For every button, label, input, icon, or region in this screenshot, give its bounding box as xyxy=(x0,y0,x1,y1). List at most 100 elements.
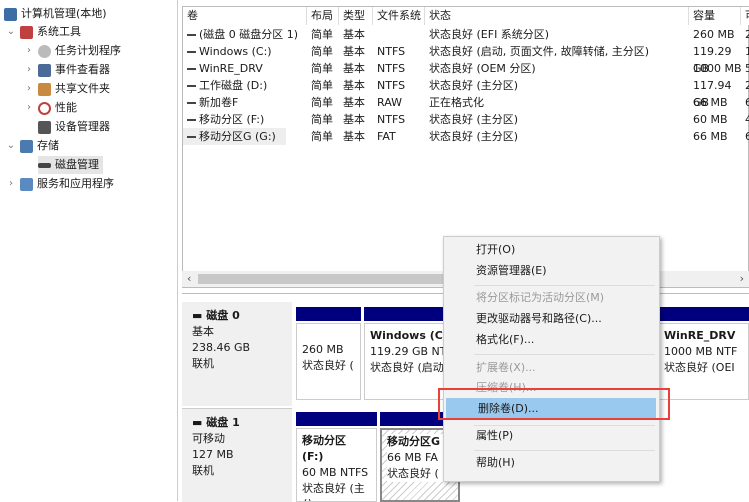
tree-item-system-tools[interactable]: ⌄ 系统工具 xyxy=(6,23,81,41)
chevron-right-icon[interactable]: › xyxy=(24,61,34,79)
menu-item-explorer[interactable]: 资源管理器(E) xyxy=(444,260,659,282)
table-row[interactable]: 新加卷F 简单 基本 RAW 正在格式化 66 MB 6 xyxy=(183,94,749,111)
column-header-capacity[interactable]: 容量 xyxy=(689,7,741,25)
disk-1-label[interactable]: ▬ 磁盘 1 可移动 127 MB 联机 xyxy=(182,408,292,502)
menu-separator xyxy=(474,354,655,355)
chevron-right-icon[interactable]: › xyxy=(24,80,34,98)
chevron-down-icon[interactable]: ⌄ xyxy=(6,137,16,155)
menu-item-properties[interactable]: 属性(P) xyxy=(444,425,659,447)
table-cell: 简单 xyxy=(311,62,333,75)
tree-item-shared-folders[interactable]: › 共享文件夹 xyxy=(24,80,110,98)
table-row[interactable]: WinRE_DRV 简单 基本 NTFS 状态良好 (OEM 分区) 1000 MB 5 xyxy=(183,60,749,77)
column-header-type[interactable]: 类型 xyxy=(339,7,373,25)
disk-icon: ▬ xyxy=(192,416,207,429)
table-cell: 状态良好 (EFI 系统分区) xyxy=(429,28,550,41)
partition-f[interactable]: 移动分区 (F:)60 MB NTFS状态良好 (主分 xyxy=(296,428,377,502)
table-cell: 1 xyxy=(745,45,749,58)
table-cell: 简单 xyxy=(311,96,333,109)
table-cell: NTFS xyxy=(377,62,406,75)
tree-item-computer-management[interactable]: 计算机管理(本地) xyxy=(4,5,107,23)
volume-icon xyxy=(187,102,196,104)
table-cell: 4 xyxy=(745,113,749,126)
tree-item-services-applications[interactable]: › 服务和应用程序 xyxy=(6,175,114,193)
partition-efi[interactable]: 260 MB 状态良好 ( xyxy=(296,323,361,400)
menu-item-help[interactable]: 帮助(H) xyxy=(444,452,659,474)
chevron-right-icon[interactable]: › xyxy=(24,42,34,60)
table-row[interactable]: 移动分区G (G:) 简单 基本 FAT 状态良好 (主分区) 66 MB 6 xyxy=(183,128,749,145)
tools-icon xyxy=(20,25,33,39)
menu-item-format[interactable]: 格式化(F)... xyxy=(444,329,659,351)
computer-management-icon xyxy=(4,7,17,21)
menu-item-mark-active[interactable]: 将分区标记为活动分区(M) xyxy=(444,287,659,309)
column-header-volume[interactable]: 卷 xyxy=(183,7,307,25)
disk-0-label[interactable]: ▬ 磁盘 0 基本 238.46 GB 联机 xyxy=(182,302,292,406)
table-cell: 简单 xyxy=(311,130,333,143)
table-cell: 66 MB xyxy=(693,96,728,109)
table-row[interactable]: Windows (C:) 简单 基本 NTFS 状态良好 (启动, 页面文件, 故障转储… xyxy=(183,43,749,75)
tree-item-performance[interactable]: › 性能 xyxy=(24,99,77,117)
table-cell: 状态良好 (启动, 页面文件, 故障转储, 主分区) xyxy=(429,45,650,58)
table-cell: 基本 xyxy=(343,28,365,41)
table-cell: 移动分区G (G:) xyxy=(199,130,276,143)
partition-winre[interactable]: WinRE_DRV 1000 MB NTF 状态良好 (OEI xyxy=(658,323,749,400)
table-cell: 基本 xyxy=(343,96,365,109)
volume-icon xyxy=(187,85,196,87)
chevron-right-icon[interactable]: › xyxy=(24,99,34,117)
table-cell: 6 xyxy=(745,96,749,109)
context-menu: 打开(O) 资源管理器(E) 将分区标记为活动分区(M) 更改驱动器号和路径(C… xyxy=(443,236,660,482)
table-cell: 工作磁盘 (D:) xyxy=(199,79,268,92)
table-cell: 状态良好 (主分区) xyxy=(429,130,519,143)
volume-icon xyxy=(187,51,196,53)
table-cell: RAW xyxy=(377,96,402,109)
scroll-left-icon[interactable]: ‹ xyxy=(187,272,191,285)
table-row[interactable]: 移动分区 (F:) 简单 基本 NTFS 状态良好 (主分区) 60 MB 4 xyxy=(183,111,749,128)
table-cell: 260 MB xyxy=(693,28,735,41)
table-row[interactable]: 工作磁盘 (D:) 简单 基本 NTFS 状态良好 (主分区) 117.94 GB 2 xyxy=(183,77,749,109)
column-header-free[interactable]: 可 xyxy=(741,7,749,25)
tree-item-device-manager[interactable]: 设备管理器 xyxy=(38,118,110,136)
table-cell: 简单 xyxy=(311,45,333,58)
table-cell: 基本 xyxy=(343,130,365,143)
chevron-right-icon[interactable]: › xyxy=(6,175,16,193)
table-cell: 状态良好 (主分区) xyxy=(429,113,519,126)
table-cell: WinRE_DRV xyxy=(199,62,263,75)
scrollbar-thumb[interactable] xyxy=(198,274,458,284)
table-row[interactable]: (磁盘 0 磁盘分区 1) 简单 基本 状态良好 (EFI 系统分区) 260 MB 2 xyxy=(183,26,749,43)
device-manager-icon xyxy=(38,120,51,134)
shared-folder-icon xyxy=(38,82,51,96)
table-cell: 5 xyxy=(745,62,749,75)
volume-icon xyxy=(187,34,196,36)
table-cell: 2 xyxy=(745,79,749,92)
menu-item-extend-volume[interactable]: 扩展卷(X)... xyxy=(444,357,659,379)
table-cell: 简单 xyxy=(311,28,333,41)
chevron-down-icon[interactable]: ⌄ xyxy=(6,23,16,41)
scroll-right-icon[interactable]: › xyxy=(740,272,744,285)
table-cell: 2 xyxy=(745,28,749,41)
table-cell: 基本 xyxy=(343,79,365,92)
disk-management-icon xyxy=(38,162,51,168)
table-cell: (磁盘 0 磁盘分区 1) xyxy=(199,28,299,41)
table-cell: 状态良好 (主分区) xyxy=(429,79,519,92)
tree-item-storage[interactable]: ⌄ 存储 xyxy=(6,137,59,155)
tree-item-disk-management[interactable]: 磁盘管理 xyxy=(38,156,103,174)
table-cell: 基本 xyxy=(343,45,365,58)
table-cell: 简单 xyxy=(311,113,333,126)
menu-item-change-drive-letter[interactable]: 更改驱动器号和路径(C)... xyxy=(444,308,659,330)
menu-item-open[interactable]: 打开(O) xyxy=(444,239,659,261)
disk-icon: ▬ xyxy=(192,309,207,322)
menu-separator xyxy=(474,285,655,286)
clock-icon xyxy=(38,44,51,58)
table-cell: 基本 xyxy=(343,113,365,126)
table-cell: 移动分区 (F:) xyxy=(199,113,265,126)
column-header-status[interactable]: 状态 xyxy=(425,7,689,25)
table-cell: 6 xyxy=(745,130,749,143)
table-cell: 60 MB xyxy=(693,113,728,126)
table-cell: 基本 xyxy=(343,62,365,75)
column-header-filesystem[interactable]: 文件系统 xyxy=(373,7,425,25)
table-cell: FAT xyxy=(377,130,396,143)
services-icon xyxy=(20,177,33,191)
table-cell: 新加卷F xyxy=(199,96,239,109)
tree-item-task-scheduler[interactable]: › 任务计划程序 xyxy=(24,42,121,60)
column-header-layout[interactable]: 布局 xyxy=(307,7,339,25)
tree-item-event-viewer[interactable]: › 事件查看器 xyxy=(24,61,110,79)
